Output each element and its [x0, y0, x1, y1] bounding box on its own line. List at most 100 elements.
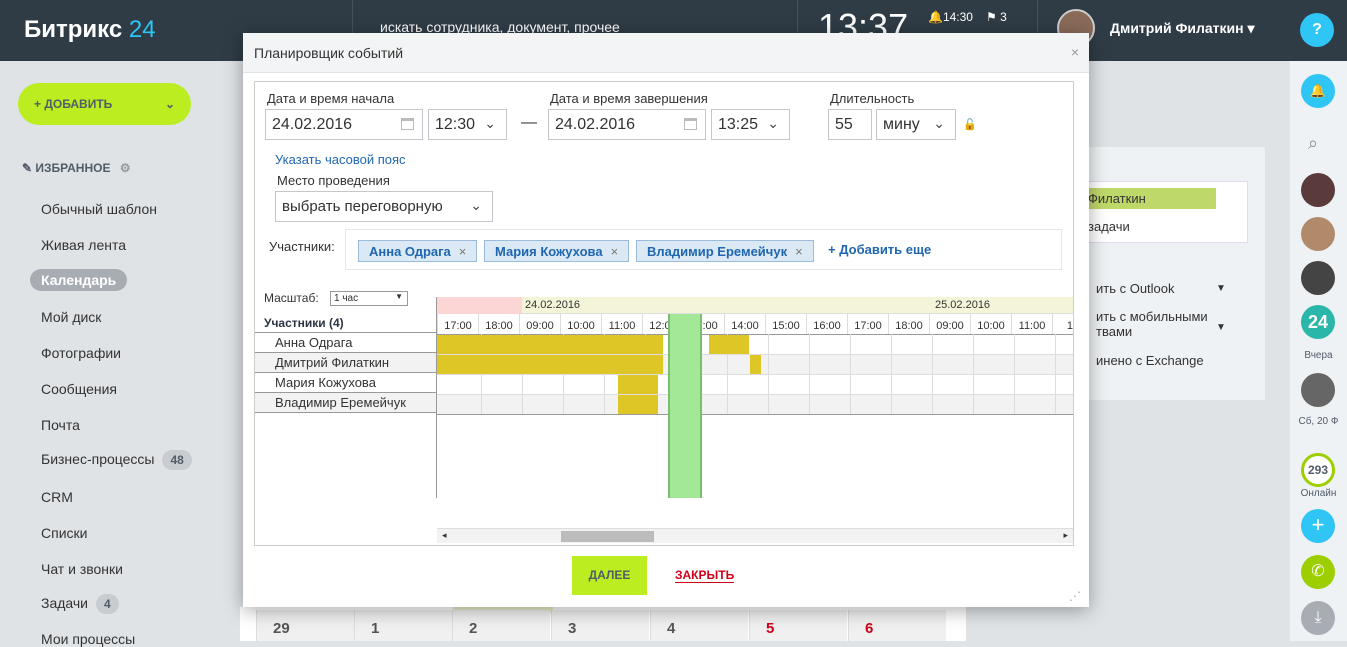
place-select[interactable]: выбрать переговорную ⌄ — [275, 191, 493, 222]
participant-tag[interactable]: Владимир Еремейчук × — [636, 240, 814, 262]
right-bar: 🔔 ⌕ 24 Вчера Сб, 20 Ф 293 Онлайн + ✆ ⤓ — [1290, 61, 1347, 641]
scroll-thumb[interactable] — [561, 531, 654, 542]
lock-icon[interactable]: 🔓 — [963, 118, 977, 131]
dialog-header[interactable]: Планировщик событий × — [243, 33, 1089, 73]
sync-exchange: инено с Exchange — [1096, 353, 1204, 368]
contact-avatar[interactable] — [1301, 261, 1335, 295]
remove-icon[interactable]: × — [459, 244, 467, 259]
grid-column-line — [973, 334, 974, 414]
busy-block — [618, 395, 658, 414]
duration-input[interactable]: 55 — [828, 109, 872, 140]
menu-item[interactable]: Живая лента — [41, 237, 126, 253]
calendar-icon[interactable] — [401, 118, 414, 130]
calendar-icon[interactable] — [684, 118, 697, 130]
chevron-down-icon: ▼ — [1216, 322, 1226, 333]
end-date-input[interactable]: 24.02.2016 — [548, 109, 706, 140]
close-button[interactable]: ЗАКРЫТЬ — [675, 568, 735, 583]
menu-item-active[interactable]: Календарь — [30, 269, 128, 291]
scroll-left-icon[interactable]: ◂ — [442, 530, 447, 541]
notifications-button[interactable]: 🔔 — [1301, 74, 1335, 108]
scale-select[interactable]: 1 час ▼ — [330, 291, 408, 306]
search-icon[interactable]: ⌕ — [1308, 133, 1318, 154]
date-header: 25.02.2016 — [932, 297, 1073, 314]
calendar-day[interactable]: 5 — [749, 610, 847, 641]
phone-icon[interactable]: ✆ — [1301, 555, 1335, 589]
scheduler-grid: Масштаб: 1 час ▼ Участники (4) Анна Одраг… — [255, 289, 1073, 543]
bell-icon: 🔔 — [1309, 83, 1327, 98]
contact-avatar[interactable] — [1301, 217, 1335, 251]
add-chat-button[interactable]: + — [1301, 509, 1335, 543]
contact-label: Сб, 20 Ф — [1298, 416, 1339, 427]
menu-item[interactable]: Списки — [41, 525, 87, 541]
grid-name: Анна Одрага — [255, 332, 437, 352]
alarm-time[interactable]: 🔔14:30 — [928, 10, 973, 24]
remove-icon[interactable]: × — [611, 244, 619, 259]
logo[interactable]: Битрикс 24 — [24, 16, 156, 44]
menu-item[interactable]: Чат и звонки — [41, 561, 123, 577]
menu-item[interactable]: Почта — [41, 417, 80, 433]
next-button[interactable]: ДАЛЕЕ — [572, 556, 647, 595]
calendar-day[interactable]: 29 — [256, 610, 354, 641]
menu-item[interactable]: Фотографии — [41, 345, 121, 361]
gear-icon[interactable]: ⚙ — [120, 161, 131, 175]
grid-column-line — [932, 334, 933, 414]
start-date-input[interactable]: 24.02.2016 — [265, 109, 423, 140]
menu-item[interactable]: Сообщения — [41, 381, 117, 397]
event-planner-dialog: Планировщик событий × Дата и время начал… — [243, 33, 1089, 607]
start-label: Дата и время начала — [267, 91, 395, 106]
hour-label: 12 — [1052, 314, 1073, 334]
chevron-down-icon: ▼ — [1216, 283, 1226, 294]
favorites-header[interactable]: ✎ ИЗБРАННОЕ ⚙ — [22, 161, 131, 175]
close-icon[interactable]: × — [1071, 44, 1079, 60]
past-range — [437, 297, 522, 314]
selected-event-range[interactable] — [668, 314, 702, 498]
resize-handle-icon[interactable]: ⋰ — [1069, 589, 1081, 603]
timezone-link[interactable]: Указать часовой пояс — [275, 152, 406, 167]
sync-mobile[interactable]: ить с мобильными — [1096, 309, 1208, 324]
online-label: Онлайн — [1300, 488, 1337, 499]
add-more-link[interactable]: + Добавить еще — [828, 242, 931, 257]
busy-block — [709, 335, 749, 354]
menu-item[interactable]: Задачи 4 — [41, 594, 119, 614]
calendar-day[interactable]: 1 — [354, 610, 452, 641]
calendar-day[interactable]: 2 — [452, 610, 550, 641]
row-band — [437, 394, 1073, 414]
chevron-down-icon: ▼ — [395, 292, 403, 301]
participant-tag[interactable]: Мария Кожухова × — [484, 240, 630, 262]
sync-outlook[interactable]: ить с Outlook — [1096, 281, 1175, 296]
menu-item[interactable]: Бизнес-процессы 48 — [41, 450, 192, 470]
menu-item[interactable]: CRM — [41, 489, 73, 505]
scroll-right-icon[interactable]: ▸ — [1063, 530, 1068, 541]
participant-tag[interactable]: Анна Одрага × — [358, 240, 478, 262]
grid-column-line — [850, 334, 851, 414]
scale-label: Масштаб: — [264, 291, 319, 305]
duration-label: Длительность — [830, 91, 915, 106]
duration-unit-select[interactable]: мину ⌄ — [876, 109, 956, 140]
start-time-select[interactable]: 12:30 ⌄ — [428, 109, 507, 140]
end-time-select[interactable]: 13:25 ⌄ — [711, 109, 790, 140]
bitrix24-chat[interactable]: 24 — [1301, 305, 1335, 339]
user-menu[interactable]: Дмитрий Филаткин ▾ — [1110, 20, 1255, 37]
hour-label: 10:00 — [970, 314, 1011, 334]
online-counter[interactable]: 293 — [1301, 453, 1335, 487]
menu-item[interactable]: Мои процессы — [41, 631, 135, 647]
calendar-day[interactable]: 3 — [551, 610, 649, 641]
contact-avatar[interactable] — [1301, 173, 1335, 207]
hour-label: 17:00 — [437, 314, 478, 334]
menu-item[interactable]: Обычный шаблон — [41, 201, 157, 217]
download-icon[interactable]: ⤓ — [1301, 601, 1335, 635]
place-label: Место проведения — [277, 173, 390, 188]
remove-icon[interactable]: × — [795, 244, 803, 259]
horizontal-scrollbar[interactable]: ◂ ▸ — [437, 528, 1073, 543]
chevron-down-icon: ⌄ — [164, 97, 175, 111]
help-button[interactable]: ? — [1300, 13, 1334, 47]
calendar-day[interactable]: 6 — [848, 610, 946, 641]
menu-item[interactable]: Мой диск — [41, 309, 101, 325]
add-button[interactable]: + ДОБАВИТЬ ⌄ — [18, 83, 191, 125]
flag-count[interactable]: ⚑ 3 — [986, 10, 1007, 24]
calendar-day[interactable]: 4 — [650, 610, 748, 641]
row-line — [437, 374, 1073, 375]
row-line — [437, 414, 1073, 415]
contact-avatar[interactable] — [1301, 373, 1335, 407]
participants-box[interactable]: Анна Одрага × Мария Кожухова × Владимир Ер… — [345, 229, 1062, 270]
